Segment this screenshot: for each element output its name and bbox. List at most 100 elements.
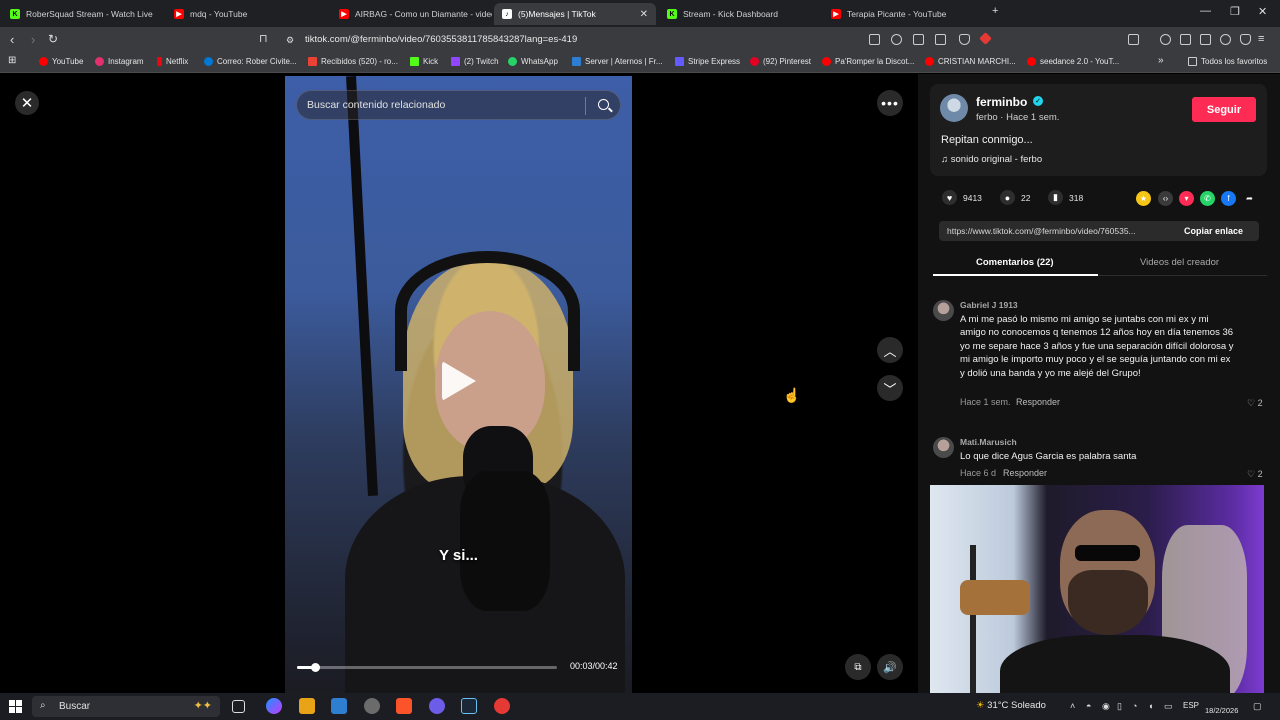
apps-grid-icon[interactable]: ⊞ [8, 55, 16, 66]
share-page-icon[interactable] [935, 34, 946, 45]
site-info-icon[interactable]: ⚙ [286, 35, 294, 46]
facebook-icon[interactable]: f [1221, 191, 1236, 206]
send-icon[interactable]: ▾ [1179, 191, 1194, 206]
restore-icon[interactable]: ❐ [1230, 5, 1240, 18]
avatar[interactable] [933, 300, 954, 321]
battery-icon[interactable]: ▭ [1164, 701, 1173, 712]
follow-button[interactable]: Seguir [1192, 97, 1256, 122]
bookmark-gmail[interactable]: Recibidos (520) - ro... [308, 57, 398, 66]
copy-link-button[interactable]: Copiar enlace [1184, 226, 1243, 236]
taskbar-search-input[interactable]: ⌕ Buscar ✦✦ [32, 696, 220, 717]
music-icon[interactable] [1160, 34, 1171, 45]
bookmark-instagram[interactable]: Instagram [95, 57, 144, 66]
app-icon[interactable] [364, 698, 380, 714]
rewards-icon[interactable] [979, 32, 992, 45]
bookmark-pinterest[interactable]: (92) Pinterest [750, 57, 811, 66]
browser-tab[interactable]: K RoberSquad Stream - Watch Live [2, 3, 164, 25]
browser-tab[interactable]: ▶ Terapia Picante - YouTube [823, 3, 986, 25]
video-link[interactable]: https://www.tiktok.com/@ferminbo/video/7… [947, 226, 1169, 236]
bookmark-stripe[interactable]: Stripe Express [675, 57, 740, 66]
file-explorer-icon[interactable] [299, 698, 315, 714]
volume-icon[interactable]: ◖ [1148, 701, 1153, 711]
avatar[interactable] [933, 437, 954, 458]
close-tab-icon[interactable]: ✕ [640, 9, 648, 20]
bookmark-aternos[interactable]: Server | Aternos | Fr... [572, 57, 663, 66]
task-view-icon[interactable] [232, 700, 245, 713]
video-player[interactable]: Buscar contenido relacionado Y si... 00:… [285, 76, 632, 693]
copilot-icon[interactable] [266, 698, 282, 714]
obs-icon[interactable] [494, 698, 510, 714]
split-view-icon[interactable] [1180, 34, 1191, 45]
cast-icon[interactable] [913, 34, 924, 45]
comment-button[interactable]: ● 22 [1000, 190, 1030, 205]
video-progress-bar[interactable] [297, 663, 557, 672]
sound-link[interactable]: ♫ sonido original - ferbo [941, 154, 1042, 165]
bookmark-netflix[interactable]: Netflix [157, 57, 188, 66]
chevron-up-icon[interactable]: ︿ [877, 337, 903, 363]
tab-comments[interactable]: Comentarios (22) [976, 257, 1054, 268]
close-window-icon[interactable]: ✕ [1258, 5, 1267, 18]
comment-username[interactable]: Mati.Marusich [960, 437, 1017, 447]
tray-app-icon[interactable]: ◉ [1102, 701, 1110, 712]
weather-widget[interactable]: ☀ 31°C Soleado [976, 700, 1046, 711]
discord-icon[interactable] [429, 698, 445, 714]
microphone-icon[interactable]: ▯ [1117, 701, 1122, 712]
wallet-icon[interactable] [1200, 34, 1211, 45]
browser-tab-active[interactable]: ♪ (5)Mensajes | TikTok ✕ [494, 3, 656, 25]
play-icon[interactable] [442, 361, 476, 401]
all-favorites[interactable]: Todos los favoritos [1188, 57, 1267, 66]
reader-icon[interactable] [869, 34, 880, 45]
volume-icon[interactable]: 🔊 [877, 654, 903, 680]
brave-shield-icon[interactable] [959, 34, 970, 45]
bookmark-twitch[interactable]: (2) Twitch [451, 57, 499, 66]
menu-icon[interactable]: ≡ [1258, 33, 1264, 45]
minimize-icon[interactable]: — [1200, 5, 1211, 17]
creator-username[interactable]: ferminbo [976, 95, 1027, 109]
bookmark-outlook[interactable]: Correo: Rober Civite... [204, 57, 297, 66]
more-bookmarks-icon[interactable]: » [1158, 55, 1164, 66]
reply-button[interactable]: Responder [1016, 397, 1060, 407]
forward-icon[interactable]: › [31, 32, 35, 47]
network-icon[interactable]: ◓ [1086, 701, 1091, 711]
bookmark-youtube[interactable]: YouTube [39, 57, 83, 66]
whatsapp-icon[interactable]: ✆ [1200, 191, 1215, 206]
reply-button[interactable]: Responder [1003, 468, 1047, 478]
close-video-button[interactable]: ✕ [15, 91, 39, 115]
bookmark-youtube-4[interactable]: seedance 2.0 - YouT... [1027, 57, 1119, 66]
bookmark-whatsapp[interactable]: WhatsApp [508, 57, 558, 66]
repost-icon[interactable]: ★ [1136, 191, 1151, 206]
comment-like-button[interactable]: ♡ 2 [1247, 469, 1263, 480]
related-search-input[interactable]: Buscar contenido relacionado [296, 90, 621, 120]
search-icon[interactable] [598, 99, 609, 110]
notifications-icon[interactable]: ▢ [1253, 701, 1262, 712]
bookmark-icon[interactable]: ⊓ [259, 32, 268, 45]
windows-start-icon[interactable] [9, 700, 22, 713]
vpn-icon[interactable] [1240, 34, 1251, 45]
save-button[interactable]: ▮ 318 [1048, 190, 1083, 205]
more-options-icon[interactable]: ••• [877, 90, 903, 116]
like-button[interactable]: ♥ 9413 [942, 190, 982, 205]
comment-username[interactable]: Gabriel J 1913 [960, 300, 1018, 310]
share-arrow-icon[interactable]: ➦ [1242, 191, 1257, 206]
new-tab-icon[interactable]: + [992, 5, 998, 17]
browser-tab[interactable]: ▶ AIRBAG - Como un Diamante - video [331, 3, 492, 25]
comment-like-button[interactable]: ♡ 2 [1247, 398, 1263, 409]
browser-tab[interactable]: ▶ mdq - YouTube [166, 3, 329, 25]
creator-avatar[interactable] [940, 94, 968, 122]
date-display[interactable]: 18/2/2026 [1205, 706, 1238, 715]
wifi-icon[interactable]: ◔ [1132, 701, 1137, 711]
tab-creator-videos[interactable]: Videos del creador [1140, 257, 1219, 268]
url-field[interactable]: tiktok.com/@ferminbo/video/7603553811785… [305, 34, 577, 45]
back-icon[interactable]: ‹ [10, 32, 14, 47]
bookmark-youtube-3[interactable]: CRISTIAN MARCHI... [925, 57, 1016, 66]
picture-in-picture-icon[interactable]: ⧉ [845, 654, 871, 680]
store-icon[interactable] [331, 698, 347, 714]
language-indicator[interactable]: ESP [1183, 701, 1199, 710]
leo-icon[interactable] [1220, 34, 1231, 45]
embed-icon[interactable]: ‹› [1158, 191, 1173, 206]
browser-tab[interactable]: K Stream - Kick Dashboard [659, 3, 822, 25]
brave-browser-icon[interactable] [396, 698, 412, 714]
bookmark-youtube-2[interactable]: Pa'Romper la Discot... [822, 57, 914, 66]
reload-icon[interactable]: ↻ [48, 32, 58, 46]
chevron-up-icon[interactable]: ˄ [1070, 701, 1075, 711]
